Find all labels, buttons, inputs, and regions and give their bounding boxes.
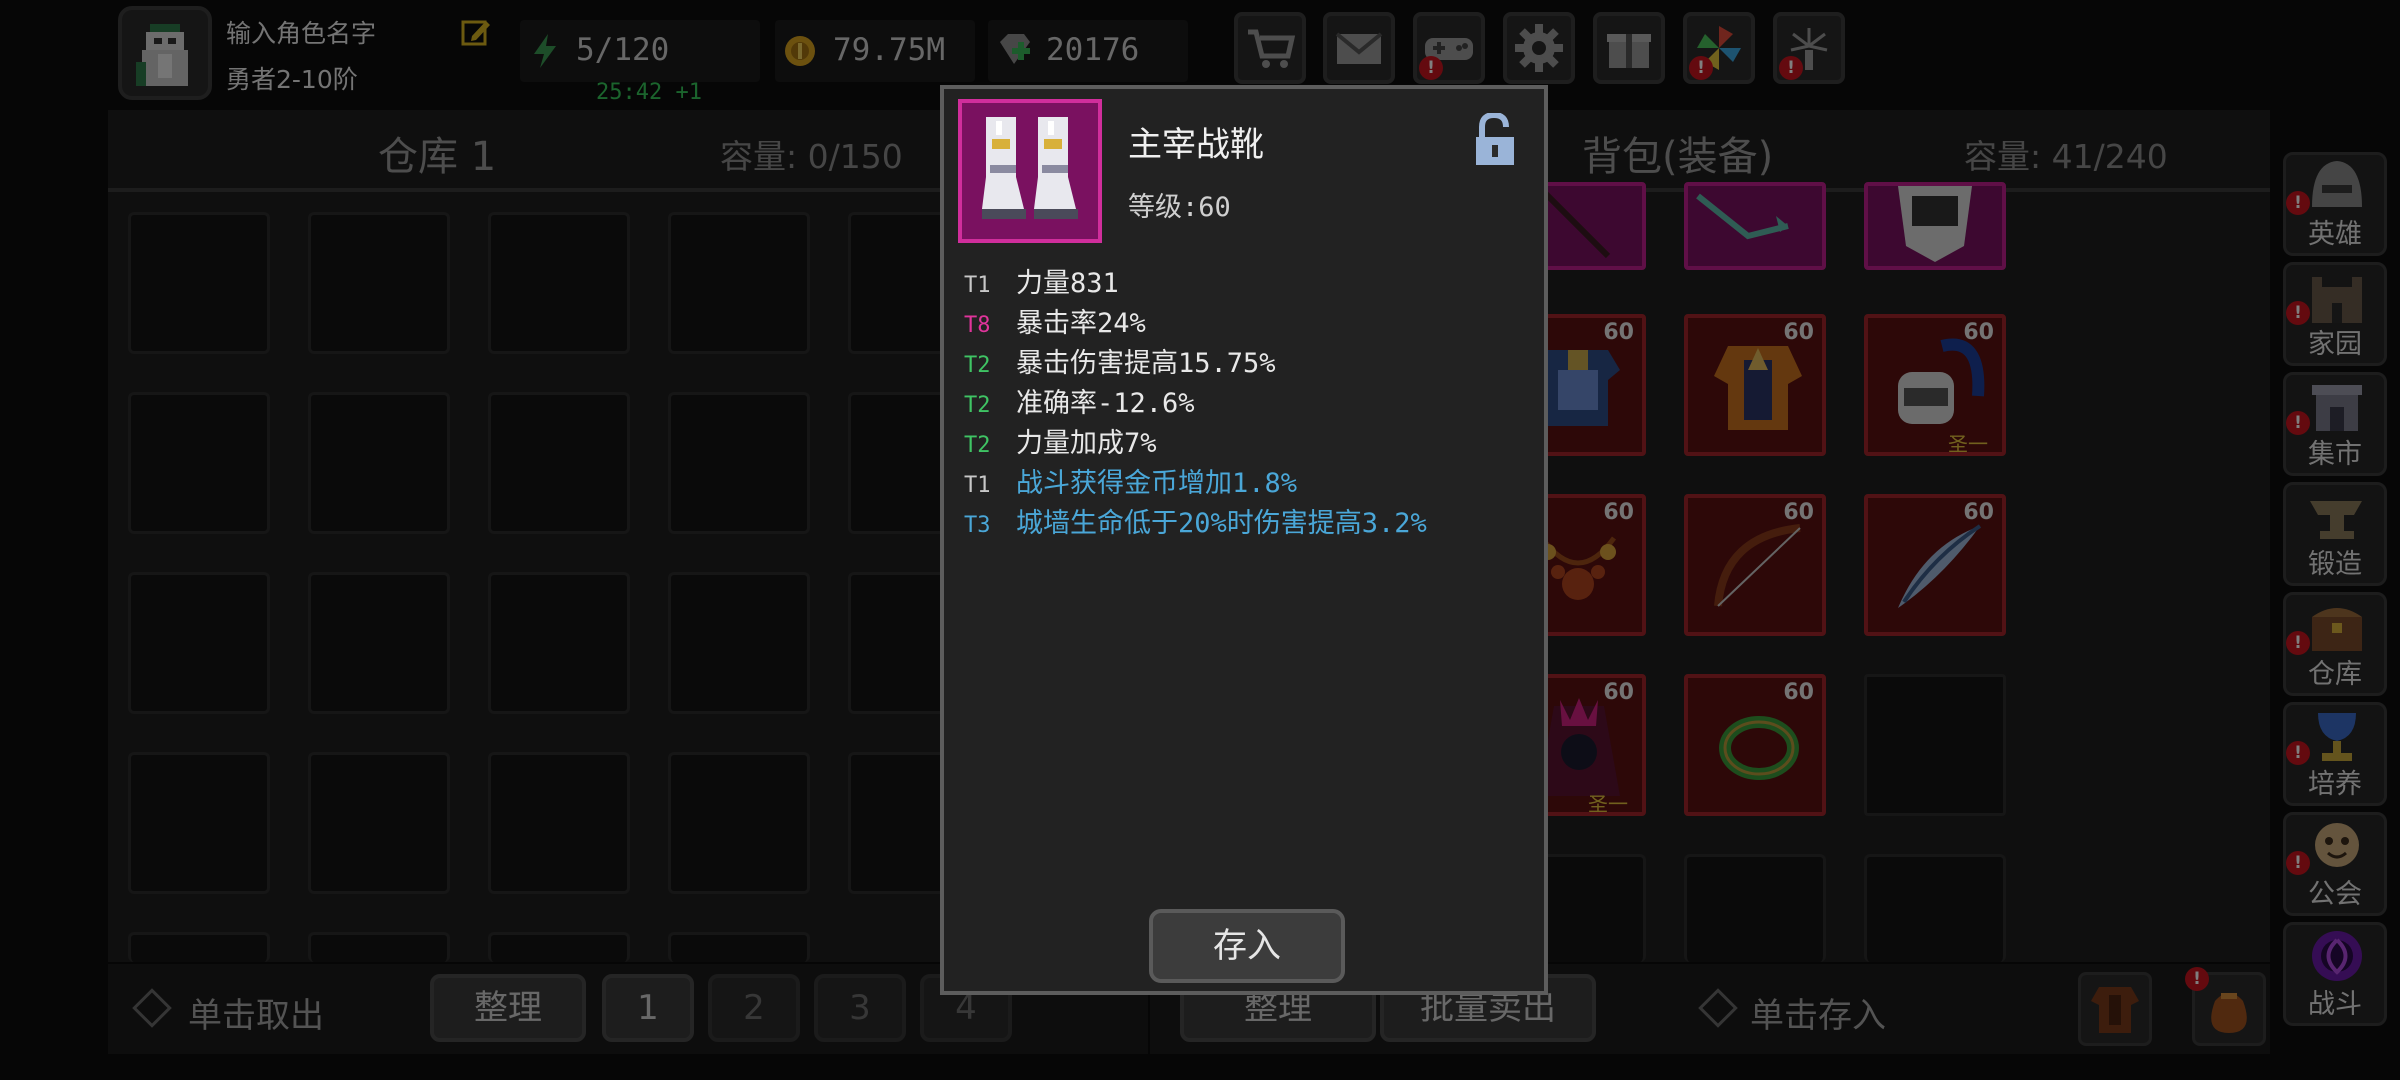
attribute-row: T1 战斗获得金币增加1.8% xyxy=(964,461,1297,499)
item-level: 等级:60 xyxy=(1128,192,1231,223)
attribute-row: T1 力量831 xyxy=(964,261,1119,299)
attribute-tier: T2 xyxy=(964,353,991,378)
item-detail-popup: 主宰战靴 等级:60 T1 力量831 T8 暴击率24% T2 暴击伤害提高15.7… xyxy=(940,85,1548,995)
item-name: 主宰战靴 xyxy=(1128,125,1264,165)
attribute-text: 准确率-12.6% xyxy=(1016,388,1195,419)
attribute-text: 暴击率24% xyxy=(1016,308,1146,339)
attribute-text: 战斗获得金币增加1.8% xyxy=(1016,468,1298,499)
attribute-text: 力量831 xyxy=(1016,268,1119,299)
item-icon-frame xyxy=(958,99,1102,243)
attribute-row: T3 城墙生命低于20%时伤害提高3.2% xyxy=(964,501,1427,539)
attribute-row: T2 力量加成7% xyxy=(964,421,1157,459)
attribute-tier: T2 xyxy=(964,393,991,418)
attribute-tier: T3 xyxy=(964,513,991,538)
store-button[interactable]: 存入 xyxy=(1149,909,1345,983)
attribute-tier: T1 xyxy=(964,473,991,498)
attribute-tier: T2 xyxy=(964,433,991,458)
attribute-text: 城墙生命低于20%时伤害提高3.2% xyxy=(1016,508,1427,539)
attribute-tier: T8 xyxy=(964,313,991,338)
attribute-row: T2 准确率-12.6% xyxy=(964,381,1195,419)
attribute-text: 暴击伤害提高15.75% xyxy=(1016,348,1276,379)
attribute-tier: T1 xyxy=(964,273,991,298)
attribute-row: T8 暴击率24% xyxy=(964,301,1146,339)
attribute-row: T2 暴击伤害提高15.75% xyxy=(964,341,1276,379)
boots-item-icon xyxy=(982,117,1078,219)
unlock-icon[interactable] xyxy=(1472,111,1518,167)
attribute-text: 力量加成7% xyxy=(1016,428,1157,459)
